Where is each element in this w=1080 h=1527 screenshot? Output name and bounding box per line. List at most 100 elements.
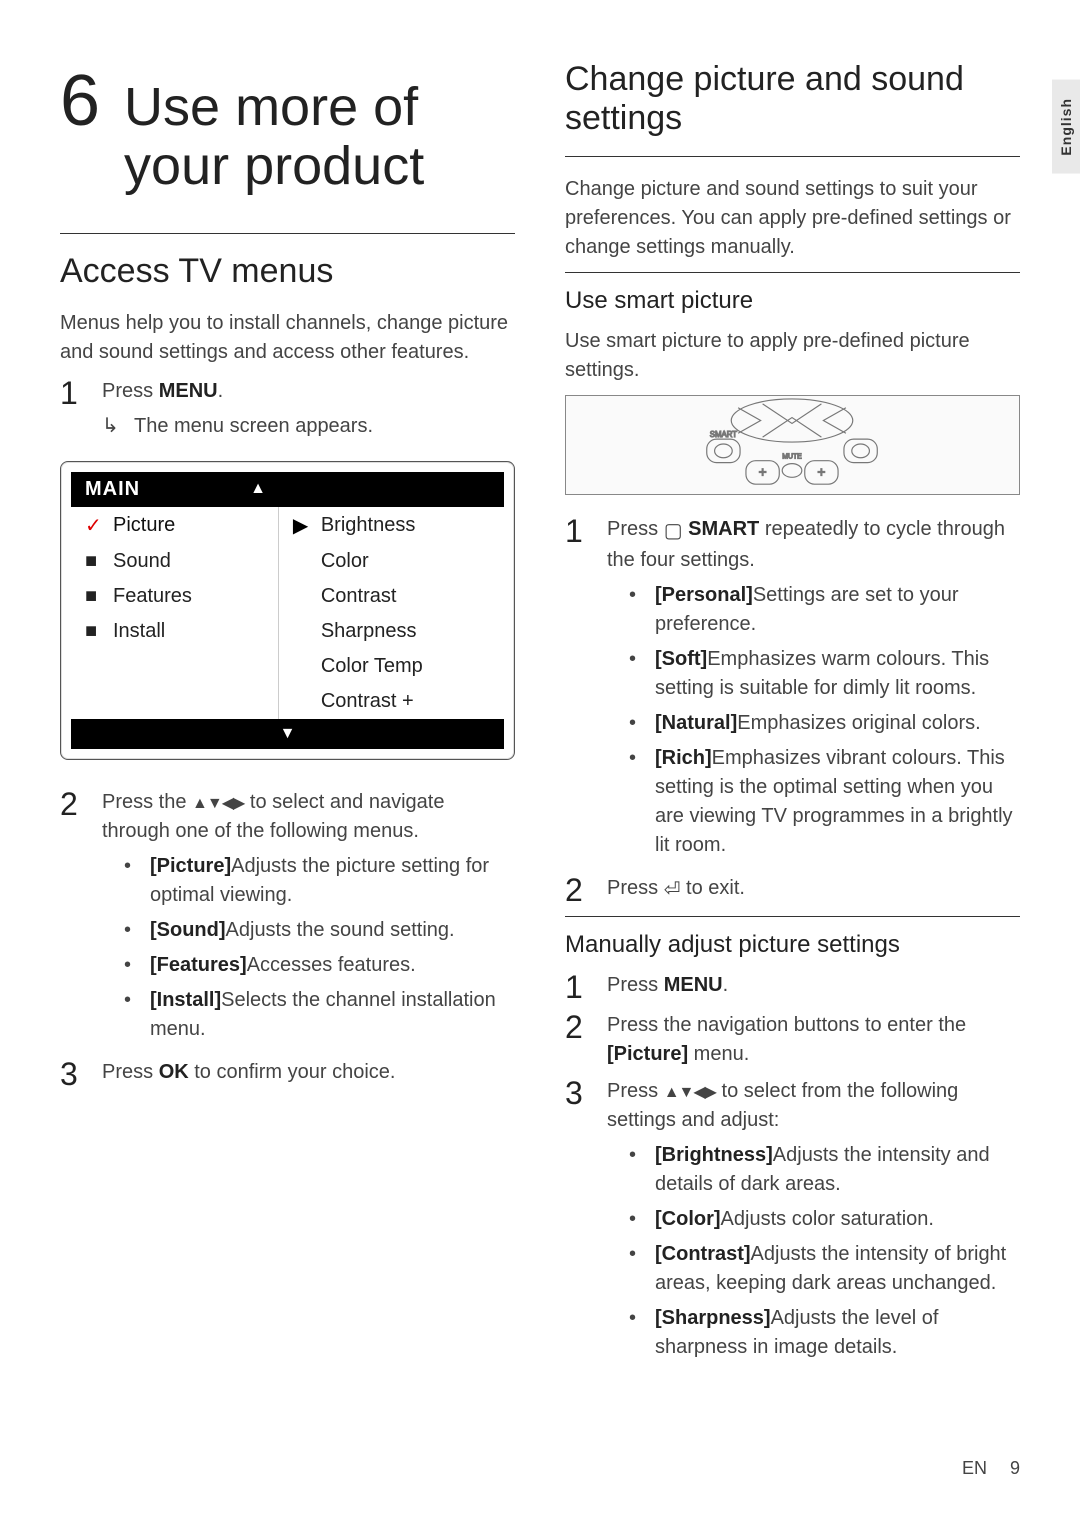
label: Sharpness (321, 620, 417, 643)
result-arrow-icon: ↳ (102, 412, 124, 441)
option-sound: [Sound]Adjusts the sound setting. (102, 916, 515, 945)
option-brightness: [Brightness]Adjusts the intensity and de… (607, 1141, 1020, 1199)
chapter-number: 6 (60, 60, 100, 142)
option-personal: [Personal]Settings are set to your prefe… (607, 581, 1020, 639)
opt-bold: [Sharpness] (655, 1307, 771, 1329)
opt-bold: [Soft] (655, 648, 707, 670)
step-1: 1 Press MENU. (565, 971, 1020, 1003)
osd-body: ✓Picture ■Sound ■Features ■Install ▶Brig… (71, 507, 504, 719)
subsection-rule (565, 916, 1020, 917)
text: . (218, 380, 224, 402)
key-smart: SMART (688, 518, 759, 540)
nav-arrows-icon: ▲▼◀▶ (192, 795, 244, 812)
opt-bold: [Brightness] (655, 1144, 773, 1166)
steps-list-cont: 2 Press the ▲▼◀▶ to select and navigate … (60, 788, 515, 1090)
osd-item-colortemp: Color Temp (279, 649, 504, 684)
opt-bold: [Rich] (655, 747, 712, 769)
result-line: ↳ The menu screen appears. (102, 412, 515, 441)
remote-svg-icon: SMART + + MUTE (566, 396, 1019, 494)
osd-header-title: MAIN (85, 478, 140, 501)
step-body: Press ⏎ to exit. (607, 874, 1020, 906)
text: Press (102, 380, 159, 402)
opt-bold: [Sound] (150, 919, 226, 941)
option-rich: [Rich]Emphasizes vibrant colours. This s… (607, 744, 1020, 860)
square-icon: ■ (85, 620, 103, 643)
check-icon: ✓ (85, 513, 103, 538)
osd-item-install: ■Install (71, 614, 278, 649)
text: to confirm your choice. (189, 1061, 396, 1083)
step-number: 2 (565, 874, 589, 906)
step-body: Press ▢ SMART repeatedly to cycle throug… (607, 515, 1020, 866)
text: . (723, 974, 729, 996)
footer-lang: EN (962, 1458, 987, 1478)
opt-bold: [Personal] (655, 584, 753, 606)
key-menu: MENU (664, 974, 723, 996)
step-body: Press MENU. ↳ The menu screen appears. (102, 377, 515, 441)
text: menu. (688, 1043, 749, 1065)
intro-paragraph: Change picture and sound settings to sui… (565, 175, 1020, 262)
text: Press (607, 1080, 664, 1102)
text: Press (607, 877, 664, 899)
down-triangle-icon: ▼ (280, 725, 296, 743)
svg-text:SMART: SMART (710, 430, 737, 439)
opt-text: Accesses features. (247, 954, 416, 976)
option-features: [Features]Accesses features. (102, 951, 515, 980)
step-2: 2 Press ⏎ to exit. (565, 874, 1020, 906)
osd-right-panel: ▶Brightness Color Contrast Sharpness Col… (279, 507, 504, 719)
label: Contrast (321, 585, 397, 608)
osd-item-sharpness: Sharpness (279, 614, 504, 649)
osd-item-sound: ■Sound (71, 544, 278, 579)
opt-bold: [Contrast] (655, 1243, 751, 1265)
osd-item-picture: ✓Picture (71, 507, 278, 544)
manual-options-list: [Brightness]Adjusts the intensity and de… (607, 1141, 1020, 1362)
osd-footer: ▼ (71, 719, 504, 749)
opt-text: Adjusts the sound setting. (226, 919, 455, 941)
chapter-title-line1: Use more of (124, 77, 418, 137)
label: Brightness (321, 514, 416, 537)
svg-text:+: + (817, 465, 825, 480)
left-column: 6 Use more of your product Access TV men… (60, 60, 515, 1376)
option-soft: [Soft]Emphasizes warm colours. This sett… (607, 645, 1020, 703)
step-2: 2 Press the ▲▼◀▶ to select and navigate … (60, 788, 515, 1050)
right-column: Change picture and sound settings Change… (565, 60, 1020, 1376)
result-text: The menu screen appears. (134, 412, 373, 441)
step-number: 1 (565, 971, 589, 1003)
section-heading-picture-sound: Change picture and sound settings (565, 60, 1020, 138)
key-ok: OK (159, 1061, 189, 1083)
subheading-smart-picture: Use smart picture (565, 287, 1020, 315)
step-number: 2 (60, 788, 84, 1050)
step-number: 1 (60, 377, 84, 441)
opt-bold: [Natural] (655, 712, 737, 734)
step-number: 1 (565, 515, 589, 866)
steps-list: 1 Press MENU. ↳ The menu screen appears. (60, 377, 515, 441)
two-column-layout: 6 Use more of your product Access TV men… (60, 60, 1020, 1376)
osd-item-features: ■Features (71, 579, 278, 614)
opt-bold: [Install] (150, 989, 221, 1011)
step-body: Press ▲▼◀▶ to select from the following … (607, 1077, 1020, 1368)
square-icon: ■ (85, 585, 103, 608)
play-triangle-icon: ▶ (293, 513, 311, 538)
svg-text:+: + (759, 465, 767, 480)
svg-text:MUTE: MUTE (782, 454, 802, 461)
option-contrast: [Contrast]Adjusts the intensity of brigh… (607, 1240, 1020, 1298)
opt-bold: [Picture] (150, 855, 231, 877)
opt-bold: [Features] (150, 954, 247, 976)
osd-header: MAIN ▲ (71, 472, 504, 507)
label: Sound (113, 550, 171, 573)
key-menu: MENU (159, 380, 218, 402)
label: Contrast + (321, 690, 414, 713)
osd-mock: MAIN ▲ ✓Picture ■Sound ■Features ■Instal… (60, 461, 515, 760)
smart-options-list: [Personal]Settings are set to your prefe… (607, 581, 1020, 860)
label: Color Temp (321, 655, 423, 678)
step-number: 2 (565, 1011, 589, 1069)
osd-item-contrastplus: Contrast + (279, 684, 504, 719)
opt-bold: [Color] (655, 1208, 721, 1230)
option-picture: [Picture]Adjusts the picture setting for… (102, 852, 515, 910)
osd-left-panel: ✓Picture ■Sound ■Features ■Install (71, 507, 279, 719)
step-1: 1 Press MENU. ↳ The menu screen appears. (60, 377, 515, 441)
step-1: 1 Press ▢ SMART repeatedly to cycle thro… (565, 515, 1020, 866)
chapter-title-line2: your product (124, 136, 424, 196)
nav-arrows-icon: ▲▼◀▶ (664, 1084, 716, 1101)
smart-picture-intro: Use smart picture to apply pre-defined p… (565, 327, 1020, 385)
step-body: Press the navigation buttons to enter th… (607, 1011, 1020, 1069)
